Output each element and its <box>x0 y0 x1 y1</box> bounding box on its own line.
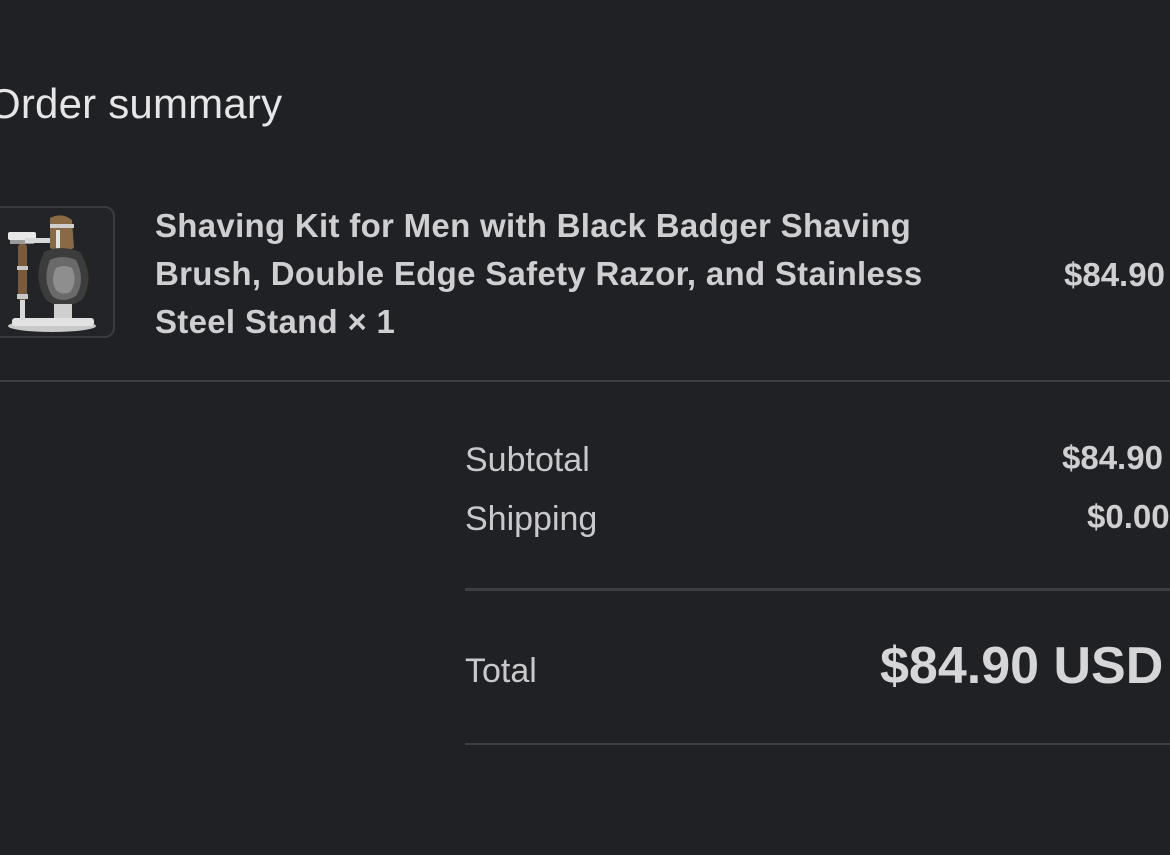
shaving-kit-icon <box>8 215 96 332</box>
shipping-label: Shipping <box>465 500 598 538</box>
page-title: Order summary <box>0 80 283 127</box>
subtotal-value: $84.90 <box>1062 439 1163 476</box>
divider <box>0 380 1170 382</box>
total-label: Total <box>465 652 537 690</box>
shipping-value: $0.00 <box>1087 498 1170 535</box>
product-name: Shaving Kit for Men with Black Badger Sh… <box>155 207 923 340</box>
divider <box>465 588 1170 591</box>
product-price: $84.90 <box>1064 256 1165 293</box>
line-item: Shaving Kit for Men with Black Badger Sh… <box>0 200 1170 350</box>
total-value: $84.90 USD <box>880 637 1164 695</box>
subtotal-label: Subtotal <box>465 441 590 479</box>
product-thumbnail[interactable] <box>0 206 115 338</box>
divider <box>465 743 1170 745</box>
